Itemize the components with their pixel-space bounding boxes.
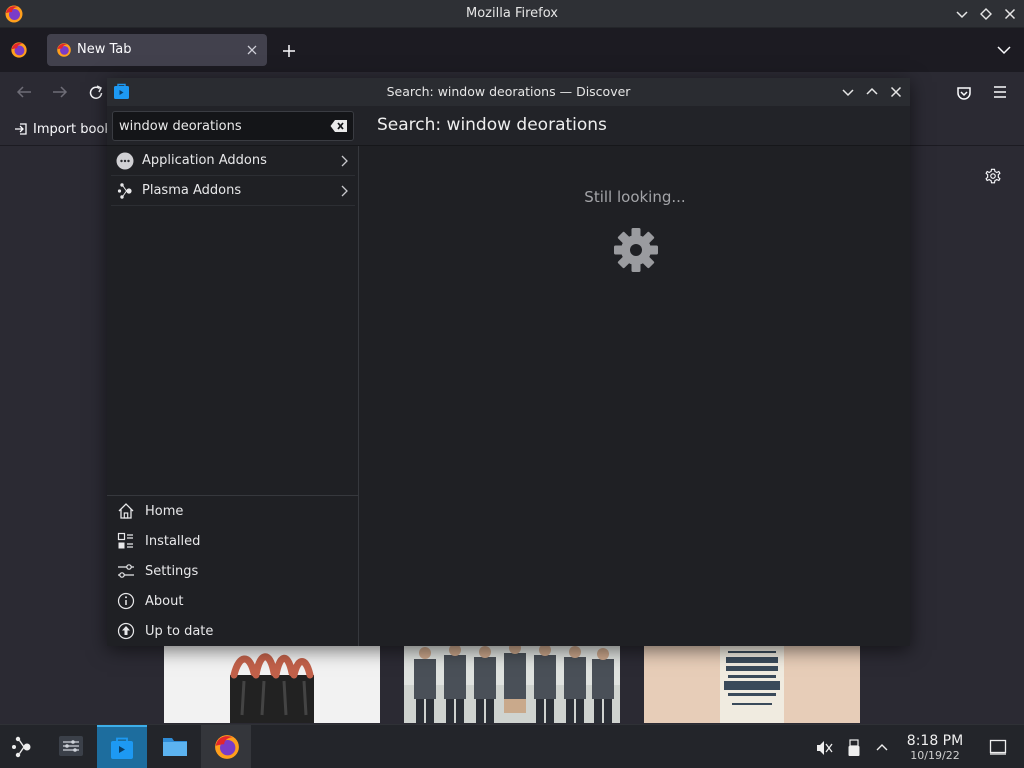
category-application-addons[interactable]: Application Addons [111,146,355,176]
sidebar-item-label: Up to date [145,624,214,639]
import-bookmarks-button[interactable]: Import book [13,121,112,137]
clock-time: 8:18 PM [906,733,964,749]
discover-titlebar[interactable]: Search: window deorations — Discover [107,78,910,106]
reload-icon[interactable] [87,84,105,102]
task-file-manager[interactable] [149,725,199,768]
system-settings-icon [58,733,84,759]
new-tab-plus-icon[interactable] [280,42,298,60]
folder-icon [161,733,189,759]
firefox-view-icon[interactable] [10,41,28,59]
minimize-icon[interactable] [840,84,856,100]
discover-app-icon [109,735,135,761]
digital-clock[interactable]: 8:18 PM 10/19/22 [898,733,972,762]
discover-sidebar: Application Addons Plasma Addons Home In… [107,146,359,646]
hamburger-menu-icon[interactable] [991,84,1009,100]
show-desktop-icon[interactable] [989,739,1007,755]
sidebar-item-label: Home [145,504,184,519]
sidebar-item-up-to-date[interactable]: Up to date [111,616,355,646]
import-icon [13,121,29,137]
close-icon[interactable] [888,84,904,100]
tab-bar: New Tab [0,28,1024,72]
settings-sliders-icon [117,562,135,580]
update-arrow-icon [117,622,135,640]
chevron-down-icon[interactable] [996,44,1012,56]
firefox-tab-icon [56,42,72,58]
loading-status-text: Still looking... [584,188,686,206]
sidebar-item-about[interactable]: About [111,586,355,616]
usb-device-icon[interactable] [846,739,862,757]
info-icon [117,592,135,610]
sidebar-item-label: About [145,594,184,609]
home-icon [117,502,135,520]
application-launcher-icon[interactable] [10,736,34,758]
tab-new-tab[interactable]: New Tab [47,34,267,66]
chevron-right-icon [339,184,349,198]
tab-close-icon[interactable] [245,43,259,57]
addons-icon [116,152,134,170]
back-arrow-icon[interactable] [15,84,33,100]
task-firefox[interactable] [201,725,251,768]
firefox-icon [213,733,241,761]
tab-label: New Tab [77,42,132,57]
installed-icon [117,532,135,550]
discover-window: Search: window deorations — Discover Sea… [107,78,910,646]
plasma-icon [116,182,134,200]
shortcut-thumbnail[interactable] [404,645,620,723]
minimize-icon[interactable] [954,6,970,22]
page-title: Search: window deorations [377,115,607,135]
close-icon[interactable] [1002,6,1018,22]
forward-arrow-icon[interactable] [51,84,69,100]
search-input[interactable] [119,117,324,135]
shortcut-thumbnail[interactable] [164,645,380,723]
pocket-icon[interactable] [955,84,973,102]
chevron-right-icon [339,154,349,168]
shortcut-thumbnail[interactable] [644,645,860,723]
gear-icon[interactable] [984,167,1002,185]
chevron-up-icon[interactable] [874,739,890,755]
clock-date: 10/19/22 [910,749,960,762]
window-title: Mozilla Firefox [466,6,558,21]
category-plasma-addons[interactable]: Plasma Addons [111,176,355,206]
import-bookmarks-label: Import book [33,121,112,137]
discover-header: Search: window deorations [107,106,910,146]
firefox-titlebar[interactable]: Mozilla Firefox [0,0,1024,28]
task-discover[interactable] [97,725,147,768]
category-label: Plasma Addons [142,183,242,198]
busy-gear-icon [612,226,660,274]
search-results-area: Still looking... [360,146,910,646]
audio-muted-icon[interactable] [815,739,833,757]
sidebar-item-settings[interactable]: Settings [111,556,355,586]
sidebar-item-installed[interactable]: Installed [111,526,355,556]
taskbar: 8:18 PM 10/19/22 [0,724,1024,768]
task-system-settings[interactable] [46,725,96,768]
maximize-icon[interactable] [864,84,880,100]
category-label: Application Addons [142,153,267,168]
maximize-icon[interactable] [978,6,994,22]
search-field[interactable] [112,111,354,141]
sidebar-item-label: Settings [145,564,199,579]
clear-text-icon[interactable] [330,119,348,133]
sidebar-item-home[interactable]: Home [111,496,355,526]
window-title: Search: window deorations — Discover [386,84,631,99]
sidebar-item-label: Installed [145,534,201,549]
